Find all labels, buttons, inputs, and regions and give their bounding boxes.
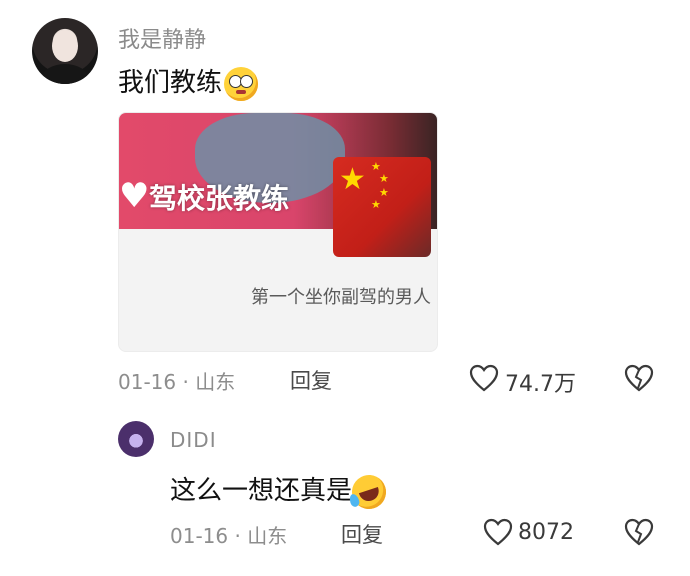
reply-button[interactable]: 回复: [290, 365, 332, 395]
flag-thumbnail: ★ ★ ★ ★ ★: [333, 157, 431, 257]
meta-separator: ·: [234, 524, 241, 548]
card-banner-text: 驾校张教练: [149, 182, 290, 215]
like-icon[interactable]: [469, 364, 499, 392]
reply-dislike-icon[interactable]: [624, 518, 654, 546]
reply-text: 这么一想还真是: [170, 470, 391, 513]
shared-video-card[interactable]: ♥ 驾校张教练 ★ ★ ★ ★ ★ 第一个坐你副驾的男人: [118, 112, 438, 352]
flushed-face-icon: [224, 66, 259, 101]
card-caption: 第一个坐你副驾的男人: [251, 287, 431, 308]
rolling-laughing-icon: [347, 470, 391, 513]
reply-avatar[interactable]: [118, 421, 154, 457]
reply-meta: 01-16 · 山东: [170, 520, 287, 549]
comment-date: 01-16: [118, 370, 177, 394]
reply-like-count: 8072: [518, 520, 574, 545]
comment-meta: 01-16 · 山东: [118, 366, 235, 395]
reply-like-icon[interactable]: [483, 518, 513, 546]
avatar[interactable]: [32, 18, 98, 84]
like-count: 74.7万: [505, 372, 576, 397]
comment-location: 山东: [195, 370, 236, 394]
dislike-icon[interactable]: [624, 364, 654, 392]
comment-username[interactable]: 我是静静: [118, 22, 206, 54]
reply-text-content: 这么一想还真是: [170, 476, 353, 506]
reply-location: 山东: [247, 524, 288, 548]
reply-date: 01-16: [170, 524, 229, 548]
reply-username[interactable]: DIDI: [170, 428, 217, 452]
comment-text: 我们教练: [118, 62, 259, 101]
comment-text-content: 我们教练: [118, 68, 223, 98]
reply-reply-button[interactable]: 回复: [341, 519, 383, 549]
meta-separator: ·: [182, 370, 189, 394]
heart-icon: ♥: [119, 176, 150, 216]
